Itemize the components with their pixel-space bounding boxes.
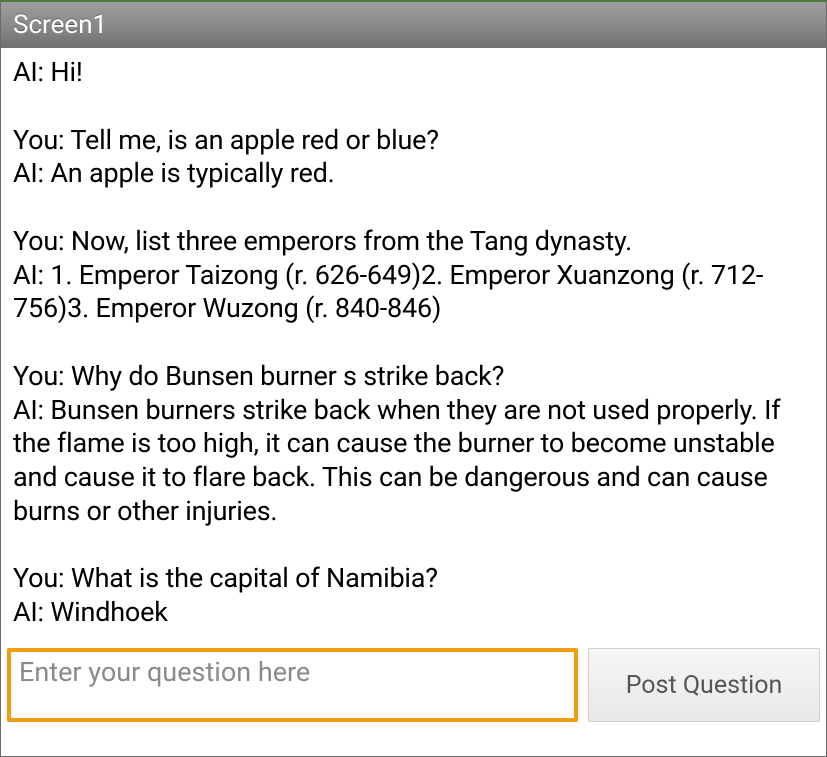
blank-line (13, 191, 814, 225)
conversation-line: You: Tell me, is an apple red or blue? (13, 124, 814, 158)
post-question-button[interactable]: Post Question (588, 648, 820, 722)
blank-line (13, 529, 814, 563)
conversation-log: AI: Hi! You: Tell me, is an apple red or … (1, 48, 826, 648)
question-input-container[interactable] (7, 648, 578, 722)
blank-line (13, 326, 814, 360)
input-row: Post Question (1, 648, 826, 756)
question-input[interactable] (19, 656, 566, 688)
conversation-line: AI: Hi! (13, 56, 814, 90)
titlebar: Screen1 (1, 2, 826, 48)
conversation-line: AI: Windhoek (13, 596, 814, 630)
conversation-line: AI: 1. Emperor Taizong (r. 626-649)2. Em… (13, 259, 814, 327)
app-window: Screen1 AI: Hi! You: Tell me, is an apple… (0, 0, 827, 757)
conversation-line: You: Now, list three emperors from the T… (13, 225, 814, 259)
conversation-line: You: What is the capital of Namibia? (13, 562, 814, 596)
conversation-line: AI: Bunsen burners strike back when they… (13, 394, 814, 529)
blank-line (13, 90, 814, 124)
conversation-line: AI: An apple is typically red. (13, 157, 814, 191)
conversation-line: You: Why do Bunsen burner s strike back? (13, 360, 814, 394)
titlebar-title: Screen1 (13, 10, 107, 40)
